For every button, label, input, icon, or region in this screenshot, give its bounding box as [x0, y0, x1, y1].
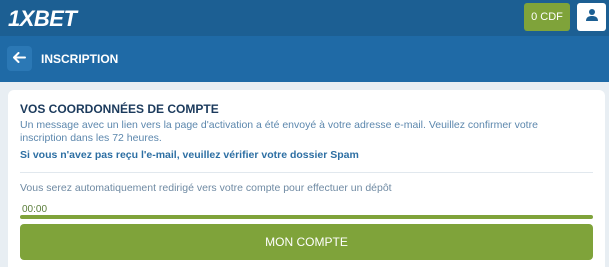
arrow-left-icon	[13, 50, 26, 68]
countdown-timer: 00:00	[22, 204, 48, 215]
page-header: INSCRIPTION	[0, 36, 609, 82]
divider	[20, 172, 593, 173]
redirect-progress-bar	[20, 215, 593, 219]
balance-label: 0 CDF	[531, 11, 563, 23]
redirect-notice: Vous serez automatiquement redirigé vers…	[20, 182, 392, 194]
back-button[interactable]	[7, 46, 32, 71]
balance-button[interactable]: 0 CDF	[524, 3, 570, 31]
redirect-progress-fill	[20, 215, 593, 219]
account-details-card: VOS COORDONNÉES DE COMPTE Un message ave…	[8, 90, 605, 267]
user-account-button[interactable]	[577, 3, 606, 31]
my-account-button-label: MON COMPTE	[265, 235, 348, 249]
activation-message: Un message avec un lien vers la page d'a…	[20, 119, 538, 144]
my-account-button[interactable]: MON COMPTE	[20, 224, 593, 260]
user-icon	[585, 8, 599, 27]
brand-logo[interactable]: 1XBET	[8, 6, 77, 32]
card-title: VOS COORDONNÉES DE COMPTE	[20, 102, 219, 116]
spam-notice: Si vous n'avez pas reçu l'e-mail, veuill…	[20, 149, 359, 161]
top-bar: 1XBET 0 CDF	[0, 0, 609, 36]
page-title: INSCRIPTION	[41, 52, 119, 66]
